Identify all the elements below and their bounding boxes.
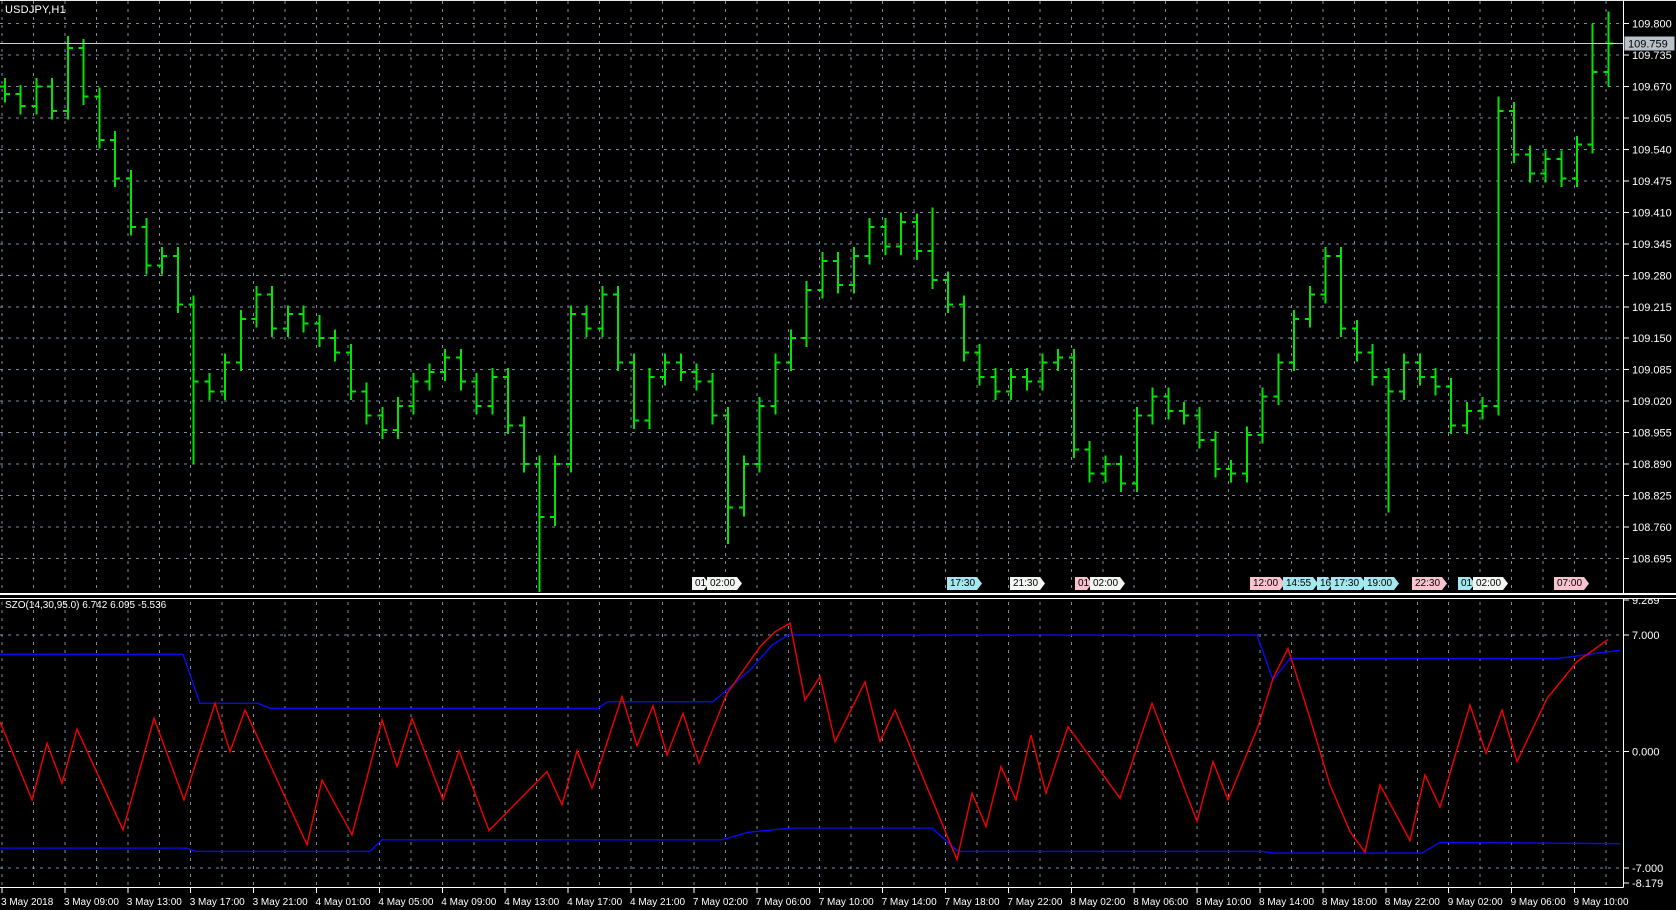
price-axis-scale[interactable]	[1624, 1, 1676, 887]
time-marker-badge[interactable]: 07:00	[1554, 577, 1589, 590]
indicator-panel[interactable]	[0, 599, 1623, 887]
time-marker-badge[interactable]: 17:30	[1331, 577, 1366, 590]
time-axis-scale[interactable]	[0, 888, 1676, 910]
time-marker-badge[interactable]: 17:30	[947, 577, 982, 590]
time-marker-badge[interactable]: 12:00	[1250, 577, 1285, 590]
mt4-chart-window: 109.800 109.735 109.670 109.605 109.540 109.4…	[0, 0, 1676, 910]
time-marker-badge[interactable]: 22:30	[1412, 577, 1447, 590]
time-marker-badge[interactable]: 02:00	[1473, 577, 1508, 590]
time-marker-badge[interactable]: 14:55	[1283, 577, 1318, 590]
time-marker-badge[interactable]: 19:00	[1364, 577, 1399, 590]
time-marker-badge[interactable]: 21:30	[1010, 577, 1045, 590]
time-marker-badge[interactable]: 02:00	[707, 577, 742, 590]
indicator-label: SZO(14,30,95.0) 6.742 6.095 -5.536	[5, 600, 167, 611]
symbol-label: USDJPY,H1	[5, 4, 66, 16]
price-chart-panel[interactable]	[0, 1, 1623, 593]
panel-separator[interactable]	[0, 593, 1676, 599]
time-marker-badge[interactable]: 02:00	[1090, 577, 1125, 590]
